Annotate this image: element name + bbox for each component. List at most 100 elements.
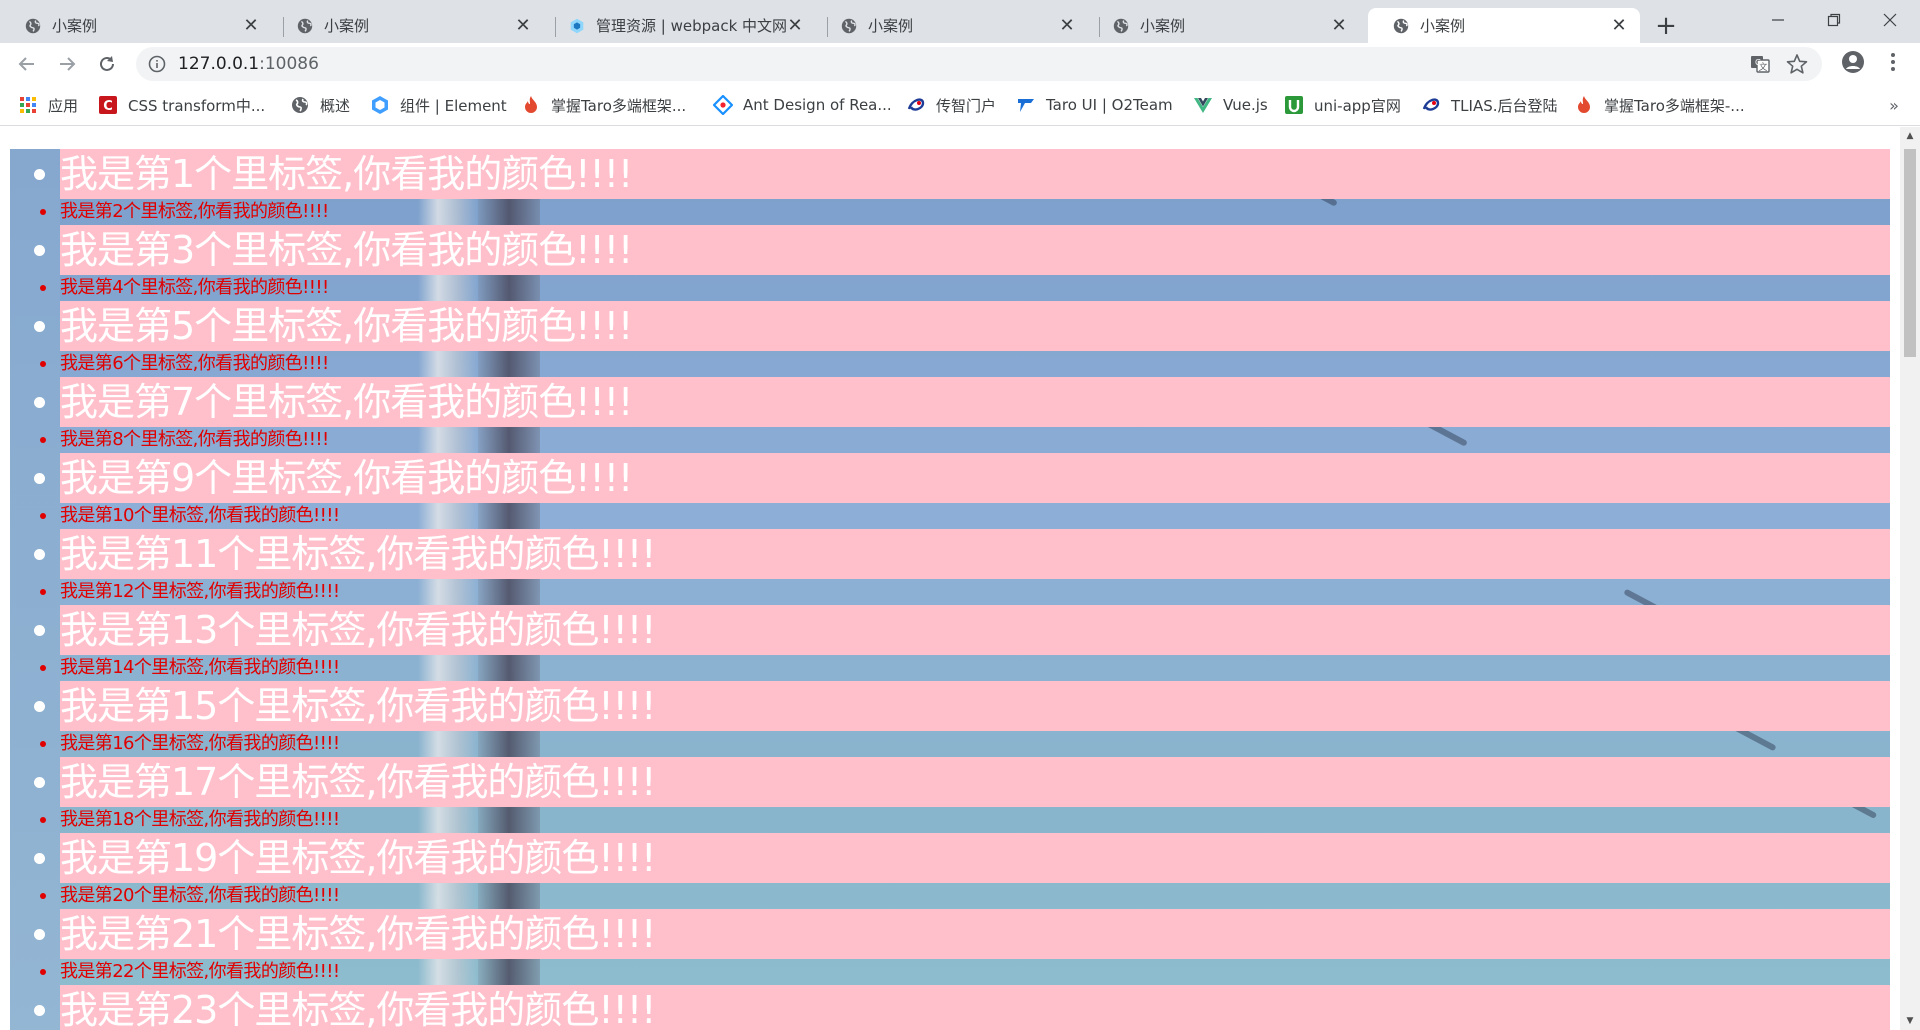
list-bullet: [40, 285, 46, 291]
tab-4[interactable]: 小案例 ✕: [816, 8, 1088, 43]
list-bullet: [40, 893, 46, 899]
back-button[interactable]: [10, 47, 44, 81]
restore-icon: [1827, 13, 1841, 27]
list-item: 我是第8个里标签,你看我的颜色!!!!: [40, 427, 1890, 453]
bookmarks-bar: 应用 C CSS transform中... 概述 组件 | Element 掌…: [0, 85, 1920, 126]
list-item: 我是第7个里标签,你看我的颜色!!!!: [34, 377, 1890, 427]
bookmark-label: Vue.js: [1223, 96, 1268, 114]
bookmark-css-transform[interactable]: C CSS transform中...: [98, 93, 265, 117]
profile-icon[interactable]: [1838, 47, 1868, 77]
list-item: 我是第16个里标签,你看我的颜色!!!!: [40, 731, 1890, 757]
flame-icon: [1578, 96, 1590, 113]
list-item: 我是第19个里标签,你看我的颜色!!!!: [34, 833, 1890, 883]
list-item: 我是第11个里标签,你看我的颜色!!!!: [34, 529, 1890, 579]
bookmark-overview[interactable]: 概述: [290, 93, 350, 117]
tab-2[interactable]: 小案例 ✕: [272, 8, 544, 43]
tab-6-active[interactable]: 小案例 ✕: [1368, 8, 1640, 43]
apps-grid-icon: [20, 97, 36, 113]
minimize-button[interactable]: [1750, 0, 1806, 40]
more-vert-icon[interactable]: [1878, 47, 1908, 77]
csdn-icon: C: [99, 96, 117, 114]
bookmark-label: 掌握Taro多端框架-...: [1604, 96, 1745, 115]
list-item: 我是第15个里标签,你看我的颜色!!!!: [34, 681, 1890, 731]
browser-toolbar: 127.0.0.1:10086 文G: [0, 43, 1920, 85]
bookmark-element[interactable]: 组件 | Element: [370, 93, 507, 117]
close-icon: [1883, 13, 1897, 27]
list-bullet: [34, 397, 45, 408]
close-icon[interactable]: ✕: [1330, 15, 1348, 36]
bookmark-itcast[interactable]: 传智门户: [906, 93, 996, 117]
itcast-icon: [1422, 98, 1440, 111]
close-icon[interactable]: ✕: [1610, 15, 1628, 36]
list-item: 我是第14个里标签,你看我的颜色!!!!: [40, 655, 1890, 681]
globe-icon: [292, 97, 308, 113]
list-item-text: 我是第10个里标签,你看我的颜色!!!!: [60, 505, 340, 526]
list-item-text: 我是第15个里标签,你看我的颜色!!!!: [60, 684, 656, 728]
list-item-text: 我是第18个里标签,你看我的颜色!!!!: [60, 809, 340, 830]
new-tab-button[interactable]: +: [1652, 11, 1680, 41]
bookmark-label: 传智门户: [936, 96, 997, 115]
list-item: 我是第10个里标签,你看我的颜色!!!!: [40, 503, 1890, 529]
bookmark-tlias[interactable]: TLIAS.后台登陆: [1421, 93, 1558, 117]
bookmark-label: Ant Design of Rea...: [743, 96, 892, 114]
close-icon[interactable]: ✕: [514, 15, 532, 36]
bookmark-ant-design[interactable]: Ant Design of Rea...: [713, 93, 892, 117]
scroll-up-arrow-icon[interactable]: ▲: [1900, 127, 1920, 145]
close-window-button[interactable]: [1862, 0, 1918, 40]
list-item: 我是第12个里标签,你看我的颜色!!!!: [40, 579, 1890, 605]
list-item: 我是第2个里标签,你看我的颜色!!!!: [40, 199, 1890, 225]
bookmark-vuejs[interactable]: Vue.js: [1193, 93, 1268, 117]
list-item: 我是第3个里标签,你看我的颜色!!!!: [34, 225, 1890, 275]
tab-5[interactable]: 小案例 ✕: [1088, 8, 1360, 43]
close-icon[interactable]: ✕: [1058, 15, 1076, 36]
info-icon[interactable]: [148, 55, 166, 73]
translate-icon[interactable]: 文G: [1750, 54, 1770, 74]
globe-icon: [1113, 18, 1129, 33]
list-item-text: 我是第8个里标签,你看我的颜色!!!!: [60, 429, 329, 450]
tab-title: 小案例: [1420, 17, 1466, 35]
scroll-thumb[interactable]: [1904, 149, 1916, 357]
list-item-text: 我是第9个里标签,你看我的颜色!!!!: [60, 456, 633, 500]
tab-title: 小案例: [324, 17, 370, 35]
list-bullet: [34, 321, 45, 332]
bookmark-taro-ui[interactable]: Taro UI | O2Team: [1016, 93, 1173, 117]
bookmark-apps[interactable]: 应用: [18, 93, 78, 117]
list-item: 我是第6个里标签,你看我的颜色!!!!: [40, 351, 1890, 377]
reload-button[interactable]: [90, 47, 124, 81]
antd-icon: [713, 95, 733, 115]
itcast-icon: [907, 98, 925, 111]
star-icon[interactable]: [1786, 53, 1808, 75]
bookmark-taro-course-2[interactable]: 掌握Taro多端框架-...: [1574, 93, 1745, 117]
list-item-text: 我是第23个里标签,你看我的颜色!!!!: [60, 988, 656, 1030]
list-item-text: 我是第17个里标签,你看我的颜色!!!!: [60, 760, 656, 804]
globe-icon: [841, 18, 857, 33]
bookmark-uniapp[interactable]: uni-app官网: [1284, 93, 1401, 117]
list-item-text: 我是第19个里标签,你看我的颜色!!!!: [60, 836, 656, 880]
list-item-text: 我是第7个里标签,你看我的颜色!!!!: [60, 380, 633, 424]
page-viewport: 我是第1个里标签,你看我的颜色!!!! 我是第2个里标签,你看我的颜色!!!! …: [0, 127, 1900, 1030]
bookmark-taro-course[interactable]: 掌握Taro多端框架...: [521, 93, 686, 117]
restore-button[interactable]: [1806, 0, 1862, 40]
list-item: 我是第22个里标签,你看我的颜色!!!!: [40, 959, 1890, 985]
scroll-down-arrow-icon[interactable]: ▼: [1900, 1012, 1920, 1030]
address-bar[interactable]: 127.0.0.1:10086 文G: [136, 47, 1822, 81]
forward-button[interactable]: [50, 47, 84, 81]
url-text[interactable]: 127.0.0.1:10086: [178, 54, 319, 74]
bookmark-label: CSS transform中...: [128, 96, 266, 115]
list-bullet: [34, 245, 45, 256]
close-icon[interactable]: ✕: [242, 15, 260, 36]
bookmark-label: uni-app官网: [1314, 96, 1401, 115]
list-bullet: [40, 361, 46, 367]
bookmark-label: Taro UI | O2Team: [1046, 96, 1173, 114]
list-bullet: [40, 589, 46, 595]
tab-1[interactable]: 小案例 ✕: [0, 8, 272, 43]
vertical-scrollbar[interactable]: ▲ ▼: [1900, 127, 1920, 1030]
list-bullet: [34, 853, 45, 864]
close-icon[interactable]: ✕: [786, 15, 804, 36]
tab-title: 管理资源 | webpack 中文网: [596, 17, 786, 35]
list-bullet: [34, 929, 45, 940]
list-bullet: [34, 701, 45, 712]
uniapp-icon: [1285, 96, 1303, 114]
tab-3[interactable]: 管理资源 | webpack 中文网 ✕: [544, 8, 816, 43]
chevron-double-right-icon[interactable]: »: [1882, 93, 1906, 117]
